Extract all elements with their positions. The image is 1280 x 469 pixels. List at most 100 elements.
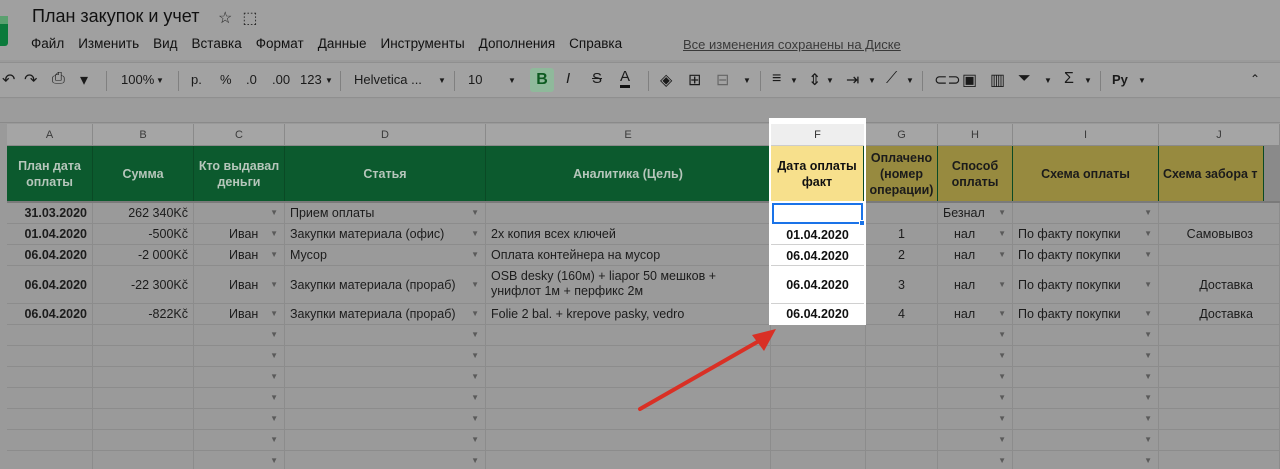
column-header-f[interactable]: F [771, 124, 864, 146]
menu-file[interactable]: Файл [31, 36, 64, 51]
cell-actual-date[interactable]: 06.04.2020 [771, 305, 864, 324]
dropdown-arrow-icon[interactable]: ▼ [471, 203, 479, 223]
dropdown-arrow-icon[interactable]: ▼ [998, 430, 1006, 450]
cell-scheme[interactable]: По факту покупки ▼ [1013, 245, 1159, 266]
dropdown-arrow-icon[interactable]: ▼ [1144, 245, 1152, 265]
increase-decimals-button[interactable]: .00 [272, 72, 290, 87]
header-pickup-scheme[interactable]: Схема забора т [1159, 146, 1264, 201]
cell-actual-date[interactable]: 01.04.2020 [771, 225, 864, 245]
empty-cell[interactable]: ▼ [194, 367, 285, 388]
cell-method[interactable]: нал ▼ [938, 224, 1013, 245]
dropdown-arrow-icon[interactable]: ▼ [998, 325, 1006, 345]
cell-analytics[interactable] [486, 203, 771, 224]
bold-button[interactable]: B [530, 68, 554, 92]
selected-cell[interactable] [772, 203, 863, 224]
cell-article[interactable]: Мусор ▼ [285, 245, 486, 266]
empty-cell[interactable]: ▼ [1013, 388, 1159, 409]
header-analytics[interactable]: Аналитика (Цель) [486, 146, 771, 201]
text-color-button[interactable]: A [620, 69, 631, 88]
cell-amount[interactable]: -500Kč [93, 224, 194, 245]
cell-article[interactable]: Закупки материала (прораб) ▼ [285, 304, 486, 325]
empty-cell[interactable]: ▼ [285, 367, 486, 388]
cell-analytics[interactable]: OSB desky (160м) + liapor 50 мешков + ун… [486, 266, 771, 304]
cell-operation[interactable] [866, 203, 938, 224]
dropdown-arrow-icon[interactable]: ▼ [270, 409, 278, 429]
empty-cell[interactable] [866, 430, 938, 451]
dropdown-arrow-icon[interactable]: ▼ [270, 325, 278, 345]
cell-who-paid[interactable]: ▼ [194, 203, 285, 224]
dropdown-arrow-icon[interactable]: ▼ [1144, 409, 1152, 429]
dropdown-arrow-icon[interactable]: ▼ [471, 245, 479, 265]
dropdown-arrow-icon[interactable]: ▼ [1144, 266, 1152, 303]
empty-cell[interactable]: ▼ [285, 430, 486, 451]
empty-cell[interactable]: ▼ [938, 325, 1013, 346]
folder-move-icon[interactable]: ⬚ [242, 8, 257, 28]
cell-operation[interactable]: 4 [866, 304, 938, 325]
menu-view[interactable]: Вид [153, 36, 177, 51]
cell-plan-date[interactable]: 01.04.2020 [7, 224, 93, 245]
empty-cell[interactable]: ▼ [938, 409, 1013, 430]
dropdown-arrow-icon[interactable]: ▼ [1144, 451, 1152, 469]
header-plan-date[interactable]: План дата оплаты [7, 146, 93, 201]
cell-operation[interactable]: 3 [866, 266, 938, 304]
empty-cell[interactable] [93, 367, 194, 388]
star-icon[interactable]: ☆ [218, 8, 232, 28]
dropdown-arrow-icon[interactable]: ▼ [998, 388, 1006, 408]
cell-scheme[interactable]: По факту покупки ▼ [1013, 224, 1159, 245]
empty-cell[interactable]: ▼ [285, 451, 486, 469]
empty-cell[interactable] [1159, 451, 1280, 469]
empty-cell[interactable]: ▼ [1013, 325, 1159, 346]
empty-cell[interactable]: ▼ [285, 346, 486, 367]
dropdown-arrow-icon[interactable]: ▼ [270, 367, 278, 387]
cell-scheme[interactable]: По факту покупки ▼ [1013, 304, 1159, 325]
dropdown-arrow-icon[interactable]: ▼ [270, 245, 278, 265]
menu-insert[interactable]: Вставка [192, 36, 242, 51]
empty-cell[interactable]: ▼ [1013, 430, 1159, 451]
empty-cell[interactable] [771, 430, 866, 451]
italic-button[interactable]: I [566, 70, 570, 87]
empty-cell[interactable]: ▼ [285, 325, 486, 346]
empty-cell[interactable]: ▼ [194, 325, 285, 346]
column-header-c[interactable]: C [194, 124, 285, 146]
cell-who-paid[interactable]: Иван ▼ [194, 304, 285, 325]
menu-help[interactable]: Справка [569, 36, 622, 51]
dropdown-arrow-icon[interactable]: ▼ [1144, 325, 1152, 345]
dropdown-arrow-icon[interactable]: ▼ [471, 346, 479, 366]
document-title[interactable]: План закупок и учет [32, 6, 199, 27]
dropdown-arrow-icon[interactable]: ▼ [998, 451, 1006, 469]
empty-cell[interactable] [771, 451, 866, 469]
header-actual-pay-date[interactable]: Дата оплаты факт [771, 146, 864, 201]
insert-link-icon[interactable]: ⊂⊃ [934, 70, 961, 90]
cell-plan-date[interactable]: 06.04.2020 [7, 245, 93, 266]
empty-cell[interactable]: ▼ [194, 451, 285, 469]
empty-cell[interactable] [866, 451, 938, 469]
empty-cell[interactable] [1159, 325, 1280, 346]
text-wrapping-icon[interactable]: ⇥ [846, 70, 859, 90]
horizontal-align-icon[interactable]: ≡ [772, 70, 781, 88]
empty-cell[interactable] [93, 430, 194, 451]
cell-method[interactable]: Безнал ▼ [938, 203, 1013, 224]
dropdown-arrow-icon[interactable]: ▼ [471, 451, 479, 469]
column-header-h[interactable]: H [938, 124, 1013, 146]
column-header-i[interactable]: I [1013, 124, 1159, 146]
cell-who-paid[interactable]: Иван ▼ [194, 224, 285, 245]
empty-cell[interactable] [93, 388, 194, 409]
empty-cell[interactable]: ▼ [194, 346, 285, 367]
empty-cell[interactable] [7, 451, 93, 469]
dropdown-arrow-icon[interactable]: ▼ [471, 430, 479, 450]
empty-cell[interactable] [93, 409, 194, 430]
dropdown-arrow-icon[interactable]: ▼ [270, 203, 278, 223]
empty-cell[interactable]: ▼ [938, 367, 1013, 388]
dropdown-arrow-icon[interactable]: ▼ [270, 304, 278, 324]
menu-edit[interactable]: Изменить [78, 36, 139, 51]
cell-actual-date[interactable]: 06.04.2020 [771, 267, 864, 304]
empty-cell[interactable]: ▼ [285, 388, 486, 409]
dropdown-arrow-icon[interactable]: ▼ [1144, 203, 1152, 223]
cell-pickup[interactable]: Самовывоз [1159, 224, 1280, 245]
dropdown-arrow-icon[interactable]: ▼ [998, 346, 1006, 366]
cell-analytics[interactable]: Folie 2 bal. + krepove pasky, vedro [486, 304, 771, 325]
column-header-j[interactable]: J [1159, 124, 1280, 146]
paint-format-icon[interactable]: ▾ [80, 70, 88, 90]
cell-pickup[interactable]: Доставка [1159, 304, 1280, 325]
insert-comment-icon[interactable]: ▣ [962, 70, 977, 90]
